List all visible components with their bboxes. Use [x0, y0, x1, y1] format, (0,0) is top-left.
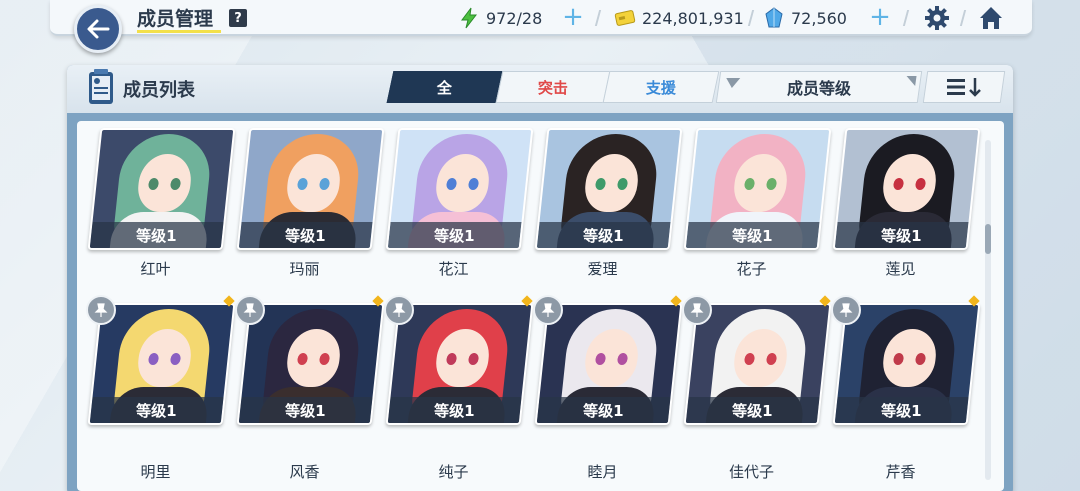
pin-icon[interactable]: [682, 295, 712, 325]
sort-dropdown[interactable]: 成员等级: [715, 71, 923, 103]
home-icon[interactable]: [977, 4, 1005, 32]
member-name: 佳代子: [728, 463, 774, 481]
member-level: 等级1: [834, 397, 969, 423]
gems-display: 72,560: [763, 6, 847, 30]
member-level-label: 等级1: [434, 226, 475, 245]
gear-icon[interactable]: [923, 4, 951, 32]
member-level: 等级1: [685, 222, 820, 248]
member-name: 玛丽: [289, 260, 320, 278]
member-level: 等级1: [238, 397, 373, 423]
tab-striker[interactable]: 突击: [495, 71, 611, 103]
panel-title: 成员列表: [123, 80, 195, 101]
pin-icon[interactable]: [384, 295, 414, 325]
member-name: 明里: [140, 463, 171, 481]
filter-icon: [724, 78, 741, 88]
credit-card-icon: [614, 7, 636, 29]
member-level: 等级1: [685, 397, 820, 423]
add-gems-button[interactable]: +: [869, 4, 891, 30]
member-name: 风香: [289, 463, 320, 481]
member-level-label: 等级1: [881, 401, 922, 420]
member-level: 等级1: [834, 222, 969, 248]
title-underline: [137, 30, 221, 33]
member-level-label: 等级1: [583, 226, 624, 245]
gem-icon: [763, 7, 785, 29]
member-list-icon: [89, 69, 113, 104]
member-card[interactable]: 等级1: [683, 128, 832, 250]
member-level: 等级1: [536, 222, 671, 248]
member-name: 莲见: [885, 260, 916, 278]
sort-descending-icon: [947, 78, 981, 97]
tab-special[interactable]: 支援: [602, 71, 720, 103]
credits-display: 224,801,931: [614, 6, 744, 30]
pin-icon[interactable]: [533, 295, 563, 325]
sort-label: 成员等级: [786, 79, 851, 98]
member-level: 等级1: [89, 397, 224, 423]
member-name: 红叶: [140, 260, 171, 278]
dropdown-corner-icon: [905, 76, 917, 86]
filter-tabs: 全 突击 支援: [386, 71, 720, 103]
credits-value: 224,801,931: [642, 8, 744, 28]
member-level: 等级1: [89, 222, 224, 248]
pin-icon[interactable]: [86, 295, 116, 325]
member-level-label: 等级1: [732, 401, 773, 420]
sort-order-button[interactable]: [922, 71, 1006, 103]
member-name: 花江: [438, 260, 469, 278]
back-button[interactable]: [74, 5, 122, 53]
stamina-value: 972/28: [486, 8, 543, 28]
member-level-label: 等级1: [136, 226, 177, 245]
tab-all[interactable]: 全: [386, 71, 504, 103]
member-level-label: 等级1: [881, 226, 922, 245]
gems-value: 72,560: [791, 8, 847, 28]
member-level: 等级1: [387, 222, 522, 248]
member-level-label: 等级1: [136, 401, 177, 420]
scrollbar-track[interactable]: [985, 140, 991, 480]
arrow-left-icon: [87, 19, 110, 39]
member-level-label: 等级1: [434, 401, 475, 420]
member-level: 等级1: [536, 397, 671, 423]
member-level-label: 等级1: [285, 401, 326, 420]
stamina-display: 972/28: [458, 6, 542, 30]
lightning-icon: [458, 7, 480, 29]
member-name: 花子: [736, 260, 767, 278]
pin-icon[interactable]: [831, 295, 861, 325]
member-level: 等级1: [387, 397, 522, 423]
member-card[interactable]: 等级1: [385, 128, 534, 250]
member-card[interactable]: 等级1: [236, 128, 385, 250]
page-title: 成员管理: [137, 8, 214, 30]
member-card[interactable]: 等级1: [87, 128, 236, 250]
member-name: 纯子: [438, 463, 469, 481]
member-level: 等级1: [238, 222, 373, 248]
add-stamina-button[interactable]: +: [562, 4, 584, 30]
member-level-label: 等级1: [285, 226, 326, 245]
scrollbar-thumb[interactable]: [985, 224, 991, 254]
member-level-label: 等级1: [732, 226, 773, 245]
help-button[interactable]: ?: [229, 9, 247, 27]
member-name: 睦月: [587, 463, 618, 481]
member-level-label: 等级1: [583, 401, 624, 420]
pin-icon[interactable]: [235, 295, 265, 325]
member-card[interactable]: 等级1: [534, 128, 683, 250]
member-name: 爱理: [587, 260, 618, 278]
member-card[interactable]: 等级1: [832, 128, 981, 250]
member-name: 芹香: [885, 463, 916, 481]
